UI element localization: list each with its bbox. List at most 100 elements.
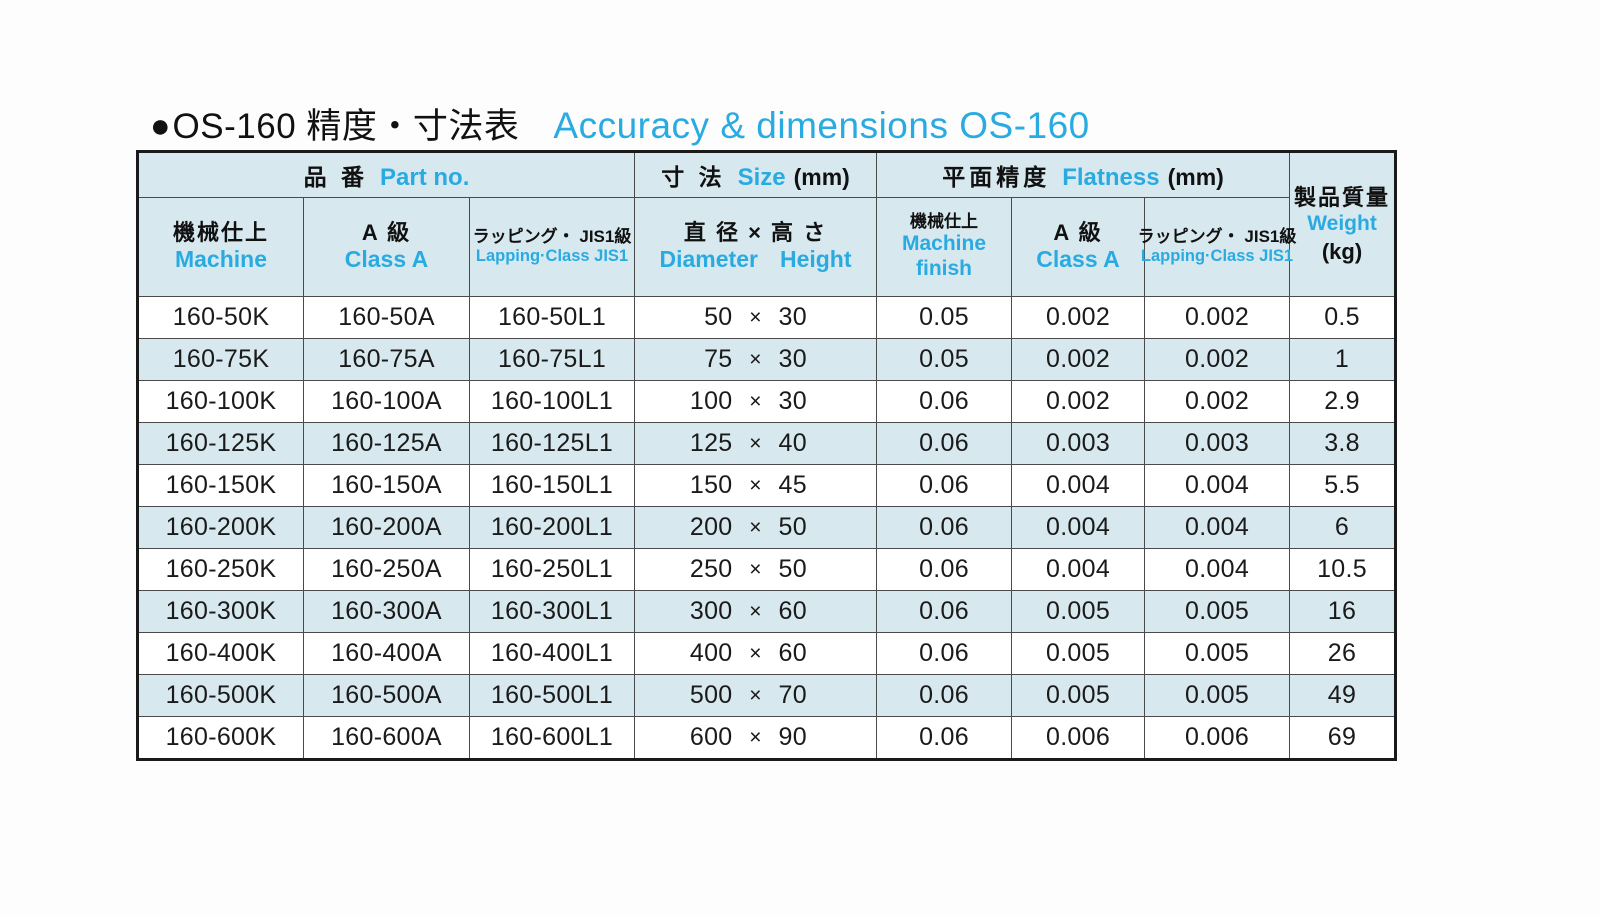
multiply-icon: × bbox=[749, 347, 762, 371]
cell-dimensions: 300 × 60 bbox=[634, 590, 878, 633]
cell-part-class-a: 160-150A bbox=[303, 464, 470, 507]
cell-weight: 6 bbox=[1289, 506, 1397, 549]
cell-flatness-class-a: 0.005 bbox=[1011, 632, 1146, 675]
cell-weight: 16 bbox=[1289, 590, 1397, 633]
group-size-en: Size bbox=[737, 164, 786, 191]
group-header-row: 品 番 Part no. 寸 法 Size (mm) 平面精度 Flatness… bbox=[136, 151, 1397, 297]
multiply-icon: × bbox=[749, 557, 762, 581]
group-part-no-en: Part no. bbox=[380, 164, 470, 191]
cell-diameter: 50 bbox=[704, 303, 733, 331]
group-header-part-no: 品 番 Part no. bbox=[136, 151, 636, 198]
cell-height: 90 bbox=[778, 723, 807, 751]
cell-flatness-lapping: 0.005 bbox=[1144, 674, 1291, 717]
cell-weight: 0.5 bbox=[1289, 296, 1397, 339]
column-header-flat-lapping: ラッピング・ JIS1級 Lapping·Class JIS1 bbox=[1138, 197, 1296, 297]
cell-part-machine: 160-600K bbox=[137, 716, 304, 760]
multiply-icon: × bbox=[749, 515, 762, 539]
cell-part-class-a: 160-300A bbox=[303, 590, 470, 633]
cell-diameter: 300 bbox=[689, 597, 733, 625]
cell-part-lapping: 160-50L1 bbox=[468, 296, 636, 339]
cell-part-machine: 160-150K bbox=[137, 464, 304, 507]
spec-table: 品 番 Part no. 寸 法 Size (mm) 平面精度 Flatness… bbox=[136, 150, 1398, 761]
cell-height: 30 bbox=[778, 387, 807, 415]
cell-flatness-machine: 0.06 bbox=[876, 506, 1013, 549]
cell-weight: 26 bbox=[1289, 632, 1397, 675]
cell-dimensions: 400 × 60 bbox=[634, 632, 878, 675]
cell-part-machine: 160-500K bbox=[137, 674, 304, 717]
cell-flatness-class-a: 0.006 bbox=[1011, 716, 1146, 760]
flat-lapping-en: Lapping·Class JIS1 bbox=[1140, 247, 1294, 266]
lapping-part-jp: ラッピング・ JIS1級 bbox=[472, 227, 632, 247]
table-row: 160-600K 160-600A 160-600L1 600 × 90 0.06 0.006… bbox=[137, 716, 1397, 760]
sub-header-row: 機械仕上 Machine A 級 Class A ラッピング・ JIS1級 La… bbox=[137, 197, 1396, 297]
table-row: 160-500K 160-500A 160-500L1 500 × 70 0.06 0.005… bbox=[137, 674, 1397, 717]
cell-flatness-class-a: 0.002 bbox=[1011, 380, 1146, 423]
column-header-lapping-part: ラッピング・ JIS1級 Lapping·Class JIS1 bbox=[468, 197, 636, 297]
cell-flatness-class-a: 0.004 bbox=[1011, 464, 1146, 507]
cell-dimensions: 500 × 70 bbox=[634, 674, 878, 717]
cell-part-class-a: 160-200A bbox=[303, 506, 470, 549]
cell-part-class-a: 160-50A bbox=[303, 296, 470, 339]
cell-flatness-machine: 0.05 bbox=[876, 338, 1013, 381]
flat-class-a-en: Class A bbox=[1036, 246, 1120, 273]
multiply-icon: × bbox=[749, 473, 762, 497]
group-flatness-jp: 平面精度 bbox=[942, 164, 1051, 190]
page-title: ● OS-160 精度・寸法表 Accuracy & dimensions OS… bbox=[150, 98, 1090, 149]
cell-diameter: 400 bbox=[689, 639, 733, 667]
table-row: 160-400K 160-400A 160-400L1 400 × 60 0.06 0.005… bbox=[137, 632, 1397, 675]
cell-flatness-class-a: 0.004 bbox=[1011, 548, 1146, 591]
flat-machine-en: Machine bbox=[902, 232, 987, 256]
dimensions-height-en: Height bbox=[779, 246, 852, 273]
cell-diameter: 150 bbox=[689, 471, 733, 499]
cell-flatness-lapping: 0.006 bbox=[1144, 716, 1291, 760]
cell-part-class-a: 160-400A bbox=[303, 632, 470, 675]
flat-class-a-jp: A 級 bbox=[1053, 220, 1103, 246]
multiply-icon: × bbox=[749, 431, 762, 455]
flat-machine-jp: 機械仕上 bbox=[910, 212, 979, 232]
cell-weight: 69 bbox=[1289, 716, 1397, 760]
cell-flatness-machine: 0.06 bbox=[876, 716, 1013, 760]
cell-flatness-lapping: 0.004 bbox=[1144, 548, 1291, 591]
group-flatness-en: Flatness bbox=[1062, 164, 1160, 191]
bullet-icon: ● bbox=[150, 107, 171, 145]
spec-table-wrapper: 品 番 Part no. 寸 法 Size (mm) 平面精度 Flatness… bbox=[136, 150, 1398, 761]
cell-diameter: 500 bbox=[689, 681, 733, 709]
cell-weight: 2.9 bbox=[1289, 380, 1397, 423]
cell-part-machine: 160-200K bbox=[137, 506, 304, 549]
cell-weight: 3.8 bbox=[1289, 422, 1397, 465]
table-row: 160-300K 160-300A 160-300L1 300 × 60 0.06 0.005… bbox=[137, 590, 1397, 633]
cell-flatness-machine: 0.06 bbox=[876, 464, 1013, 507]
group-header-size: 寸 法 Size (mm) bbox=[634, 151, 878, 198]
cell-weight: 5.5 bbox=[1289, 464, 1397, 507]
cell-part-class-a: 160-600A bbox=[303, 716, 470, 760]
lapping-part-en: Lapping·Class JIS1 bbox=[475, 247, 629, 266]
cell-flatness-machine: 0.06 bbox=[876, 422, 1013, 465]
cell-flatness-class-a: 0.005 bbox=[1011, 674, 1146, 717]
cell-height: 60 bbox=[778, 597, 807, 625]
column-header-weight: 製品質量 Weight (kg) bbox=[1289, 151, 1397, 297]
cell-part-lapping: 160-500L1 bbox=[468, 674, 636, 717]
cell-part-lapping: 160-250L1 bbox=[468, 548, 636, 591]
cell-part-machine: 160-100K bbox=[137, 380, 304, 423]
cell-part-lapping: 160-150L1 bbox=[468, 464, 636, 507]
machine-part-en: Machine bbox=[174, 246, 268, 273]
cell-part-machine: 160-250K bbox=[137, 548, 304, 591]
cell-height: 30 bbox=[778, 345, 807, 373]
cell-diameter: 100 bbox=[689, 387, 733, 415]
cell-part-lapping: 160-300L1 bbox=[468, 590, 636, 633]
cell-dimensions: 200 × 50 bbox=[634, 506, 878, 549]
multiply-icon: × bbox=[749, 683, 762, 707]
spec-table-body: 160-50K 160-50A 160-50L1 50 × 30 0.05 0.002 0.00… bbox=[137, 296, 1397, 760]
multiply-icon: × bbox=[749, 641, 762, 665]
cell-flatness-lapping: 0.005 bbox=[1144, 590, 1291, 633]
cell-flatness-class-a: 0.004 bbox=[1011, 506, 1146, 549]
group-size-jp: 寸 法 bbox=[661, 164, 726, 190]
cell-dimensions: 100 × 30 bbox=[634, 380, 878, 423]
cell-dimensions: 250 × 50 bbox=[634, 548, 878, 591]
group-header-flatness: 平面精度 Flatness (mm) bbox=[876, 151, 1291, 198]
cell-weight: 10.5 bbox=[1289, 548, 1397, 591]
cell-height: 30 bbox=[778, 303, 807, 331]
group-flatness-unit: (mm) bbox=[1167, 164, 1224, 190]
cell-flatness-lapping: 0.002 bbox=[1144, 296, 1291, 339]
flat-machine-en2: finish bbox=[916, 257, 973, 281]
